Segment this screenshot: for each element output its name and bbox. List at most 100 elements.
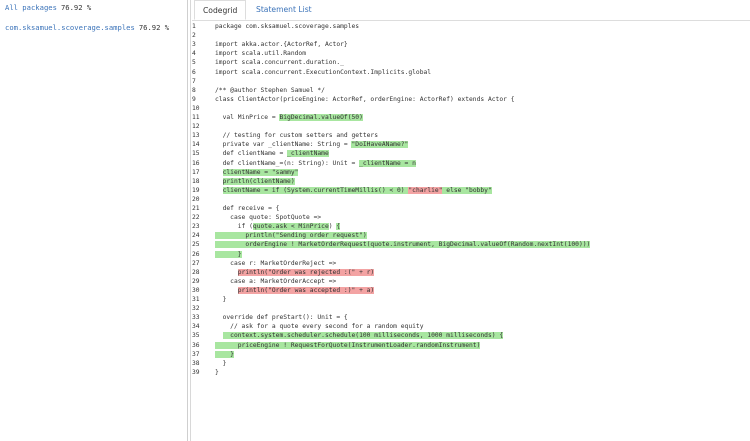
package-percent: 76.92 %: [138, 23, 170, 32]
line-number: 16: [192, 159, 200, 167]
line-number: 27: [192, 259, 200, 267]
covered-statement: BigDecimal.valueOf(50): [279, 114, 363, 121]
covered-statement: _clientName: [287, 150, 329, 158]
line-number: 35: [192, 332, 200, 340]
covered-statement: }: [215, 250, 242, 258]
covered-statement: orderEngine ! MarketOrderRequest(quote.i…: [215, 241, 591, 249]
code-text: /** @author Stephen Samuel */: [215, 86, 325, 95]
covered-statement: priceEngine ! RequestForQuote(Instrument…: [215, 341, 481, 349]
code-text: priceEngine ! RequestForQuote(Instrument…: [215, 341, 481, 350]
code-text: clientName = if (System.currentTimeMilli…: [215, 186, 492, 195]
line-number: 1: [192, 23, 196, 30]
code-text: import scala.concurrent.ExecutionContext…: [215, 68, 431, 77]
tab-statement-list[interactable]: Statement List: [248, 0, 320, 20]
covered-statement: context.system.scheduler.schedule(100 mi…: [222, 332, 504, 340]
code-text: }: [215, 368, 219, 377]
line-number: 19: [192, 186, 200, 194]
code-fragment: def receive = {: [215, 205, 280, 212]
all-packages-link[interactable]: All packages: [5, 3, 57, 12]
line-number: 20: [192, 195, 200, 203]
covered-statement: clientName = "sammy": [222, 168, 299, 176]
code-text: private var _clientName: String = "DoIHa…: [215, 140, 409, 149]
code-text: override def preStart(): Unit = {: [215, 313, 348, 322]
code-text: case r: MarketOrderReject =>: [215, 259, 336, 268]
code-text: }: [215, 359, 227, 368]
code-text: def receive = {: [215, 204, 280, 213]
covered-statement: _clientName = n: [359, 159, 416, 167]
code-fragment: // ask for a quote every second for a ra…: [215, 323, 424, 331]
line-number: 30: [192, 286, 200, 294]
code-fragment: [215, 178, 223, 185]
line-number: 8: [192, 86, 196, 94]
code-fragment: [215, 332, 223, 339]
code-text: import scala.concurrent.duration._: [215, 58, 344, 67]
covered-statement: "DoIHaveAName?": [351, 141, 409, 149]
code-fragment: private var _clientName: String =: [215, 141, 352, 149]
line-number: 21: [192, 205, 200, 212]
covered-statement: quote.ask < MinPrice: [252, 223, 329, 231]
code-text: context.system.scheduler.schedule(100 mi…: [215, 331, 504, 340]
code-fragment: import akka.actor.{ActorRef, Actor}: [215, 41, 348, 49]
package-sidebar: All packages 76.92 % com.sksamuel.scovera…: [0, 0, 188, 441]
code-fragment: val MinPrice =: [215, 114, 280, 121]
tab-codegrid[interactable]: Codegrid: [194, 0, 247, 20]
code-text: orderEngine ! MarketOrderRequest(quote.i…: [215, 240, 591, 249]
code-fragment: package com.sksamuel.scoverage.samples: [215, 23, 360, 30]
line-number: 28: [192, 268, 200, 276]
code-text: }: [215, 250, 242, 259]
line-number: 14: [192, 141, 200, 149]
code-fragment: import scala.concurrent.ExecutionContext…: [215, 68, 432, 76]
code-fragment: class ClientActor(priceEngine: ActorRef,…: [215, 95, 515, 103]
line-number: 4: [192, 50, 196, 58]
line-number: 37: [192, 350, 200, 358]
line-number: 31: [192, 296, 200, 303]
line-number: 23: [192, 223, 200, 231]
covered-statement: clientName = if (System.currentTimeMilli…: [222, 186, 409, 194]
code-fragment: override def preStart(): Unit = {: [215, 314, 348, 322]
code-text: // testing for custom setters and getter…: [215, 131, 378, 140]
code-text: def clientName = _clientName: [215, 149, 329, 158]
package-link[interactable]: com.sksamuel.scoverage.samples: [5, 23, 135, 32]
code-fragment: [215, 269, 238, 276]
line-number: 15: [192, 150, 200, 158]
line-number: 11: [192, 114, 200, 121]
covered-statement: println("Sending order request"): [215, 232, 367, 240]
line-number: 7: [192, 77, 196, 85]
code-text: clientName = "sammy": [215, 168, 299, 177]
uncovered-statement: "charlie": [408, 186, 443, 194]
line-number: 25: [192, 241, 200, 249]
pane-divider[interactable]: [190, 0, 191, 441]
code-fragment: def clientName_=(n: String): Unit =: [215, 159, 360, 167]
covered-statement: else "bobby": [442, 186, 492, 194]
line-number: 32: [192, 305, 200, 313]
code-text: case a: MarketOrderAccept =>: [215, 277, 336, 286]
line-number: 6: [192, 68, 196, 76]
code-fragment: // testing for custom setters and getter…: [215, 132, 379, 140]
covered-statement: println(clientName): [222, 177, 295, 185]
code-text: if (quote.ask < MinPrice) {: [215, 222, 341, 231]
line-number: 5: [192, 59, 196, 67]
uncovered-statement: println("Order was rejected :(" + r): [237, 268, 375, 276]
code-fragment: /** @author Stephen Samuel */: [215, 86, 325, 94]
line-number: 22: [192, 214, 200, 222]
code-text: package com.sksamuel.scoverage.samples: [215, 22, 359, 31]
line-number: 33: [192, 314, 200, 322]
line-number: 29: [192, 277, 200, 285]
line-number: 2: [192, 32, 196, 40]
code-fragment: case a: MarketOrderAccept =>: [215, 277, 337, 285]
line-number: 13: [192, 132, 200, 140]
line-number: 38: [192, 359, 200, 367]
code-fragment: }: [215, 368, 219, 376]
code-text: import akka.actor.{ActorRef, Actor}: [215, 40, 348, 49]
code-pane: Codegrid Statement List 1 package com.sks…: [192, 0, 750, 441]
code-fragment: import scala.util.Random: [215, 50, 306, 58]
code-text: class ClientActor(priceEngine: ActorRef,…: [215, 95, 515, 104]
code-fragment: if (: [215, 223, 253, 231]
code-fragment: import scala.concurrent.duration._: [215, 59, 344, 67]
line-number: 10: [192, 104, 200, 112]
line-number: 39: [192, 368, 200, 376]
uncovered-statement: println("Order was accepted :)" + a): [237, 286, 375, 294]
code-text: }: [215, 350, 234, 359]
code-text: // ask for a quote every second for a ra…: [215, 322, 424, 331]
code-fragment: def clientName =: [215, 150, 288, 158]
